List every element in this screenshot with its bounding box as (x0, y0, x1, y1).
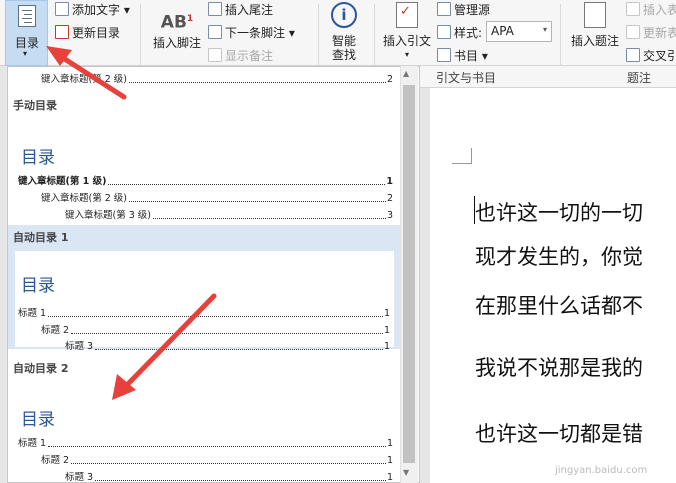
document-line[interactable]: 现才发生的，你觉 (475, 241, 643, 271)
insert-caption-button[interactable]: 插入题注 (566, 2, 624, 48)
bibliography-icon (437, 48, 451, 62)
chevron-down-icon: ▾ (542, 25, 547, 34)
add-text-button[interactable]: 添加文字 ▾ (55, 1, 130, 18)
document-line[interactable]: 也许这一切都是错 (475, 418, 643, 448)
style-label: 样式: (437, 24, 482, 41)
toc-heading: 目录 (21, 276, 55, 296)
toc-heading: 目录 (21, 410, 55, 430)
insert-footnote-button[interactable]: AB1 插入脚注 (150, 6, 204, 50)
document-line[interactable]: 我说不说那是我的 (475, 352, 643, 382)
toc-entry: 标题 31 (65, 341, 390, 352)
cross-reference-icon (626, 48, 640, 62)
next-footnote-button[interactable]: 下一条脚注 ▾ (208, 24, 295, 41)
page-corner-mark (452, 148, 472, 164)
cross-reference-button[interactable]: 交叉引 (626, 47, 676, 64)
toc-button[interactable]: 目录 ▾ (5, 0, 48, 66)
update-toc-button[interactable]: 更新目录 (55, 24, 120, 41)
toc-entry: 键入章标题(第 2 级) 2 (41, 193, 393, 204)
citation-icon: ✓ (396, 2, 418, 28)
manage-sources-icon (437, 2, 451, 16)
smart-lookup-icon: i (331, 2, 357, 28)
toc-entry: 标题 11 (18, 308, 390, 319)
toc-entry: 键入章标题(第 2 级) 2 (41, 74, 393, 85)
update-table-button[interactable]: 更新表 (626, 24, 676, 41)
insert-table-figures-button[interactable]: 插入表 (626, 1, 676, 18)
bibliography-button[interactable]: 书目 ▾ (437, 47, 488, 64)
toc-entry: 键入章标题(第 3 级) 3 (65, 210, 393, 221)
update-toc-icon (55, 25, 69, 39)
manage-sources-button[interactable]: 管理源 (437, 1, 490, 18)
scroll-down-icon[interactable]: ▼ (403, 468, 409, 477)
style-select[interactable]: APA ▾ (486, 21, 552, 42)
show-notes-button[interactable]: 显示备注 (208, 47, 273, 64)
toc-gallery: 键入章标题(第 2 级) 2 手动目录 目录 键入章标题(第 1 级) 1 键入章标… (7, 66, 420, 483)
toc-entry: 标题 21 (41, 325, 390, 336)
auto-toc-2-option[interactable]: 目录 标题 11 标题 21 标题 31 (8, 377, 401, 483)
captions-group-label: 题注 (627, 71, 652, 85)
next-footnote-icon (208, 25, 222, 39)
scrollbar-thumb[interactable] (403, 85, 415, 463)
auto-toc-1-option[interactable]: 自动目录 1 目录 标题 11 标题 21 标题 31 (8, 225, 401, 352)
citations-group-label: 引文与书目 (436, 71, 497, 85)
scroll-up-icon[interactable]: ▲ (403, 69, 409, 78)
chevron-down-icon: ▾ (23, 49, 28, 58)
ribbon: 目录 ▾ 添加文字 ▾ 更新目录 AB1 插入脚注 插入尾注 下一条脚注 ▾ 显… (0, 0, 676, 84)
watermark: jingyan.baidu.com (555, 465, 648, 476)
document-line[interactable]: 也许这一切的一切 (475, 197, 643, 227)
toc-entry: 标题 11 (18, 438, 393, 449)
endnote-icon (208, 2, 222, 16)
smart-lookup-button[interactable]: i 智能 查找 (324, 2, 364, 62)
ribbon-group-labels: 引文与书目 题注 (420, 66, 676, 88)
insert-endnote-button[interactable]: 插入尾注 (208, 1, 273, 18)
toc-icon (18, 5, 36, 27)
update-table-icon (626, 25, 640, 39)
footnote-icon: AB1 (160, 12, 194, 33)
toc-heading: 目录 (21, 148, 55, 168)
manual-toc-title: 手动目录 (13, 99, 57, 112)
show-notes-icon (208, 48, 222, 62)
toc-entry: 键入章标题(第 1 级) 1 (18, 176, 393, 187)
insert-citation-button[interactable]: ✓ 插入引文 ▾ (380, 2, 434, 62)
table-figures-icon (626, 2, 640, 16)
manual-toc-option[interactable]: 目录 键入章标题(第 1 级) 1 键入章标题(第 2 级) 2 键入章标题(第 3… (8, 115, 401, 223)
document-line[interactable]: 在那里什么话都不 (475, 290, 643, 320)
auto-toc-1-title: 自动目录 1 (13, 231, 69, 244)
caption-icon (584, 2, 606, 28)
auto-toc-2-title: 自动目录 2 (13, 362, 69, 375)
toc-entry: 标题 31 (65, 472, 393, 483)
add-text-icon (55, 2, 69, 16)
toc-entry: 标题 21 (41, 455, 393, 466)
style-icon (437, 25, 451, 39)
